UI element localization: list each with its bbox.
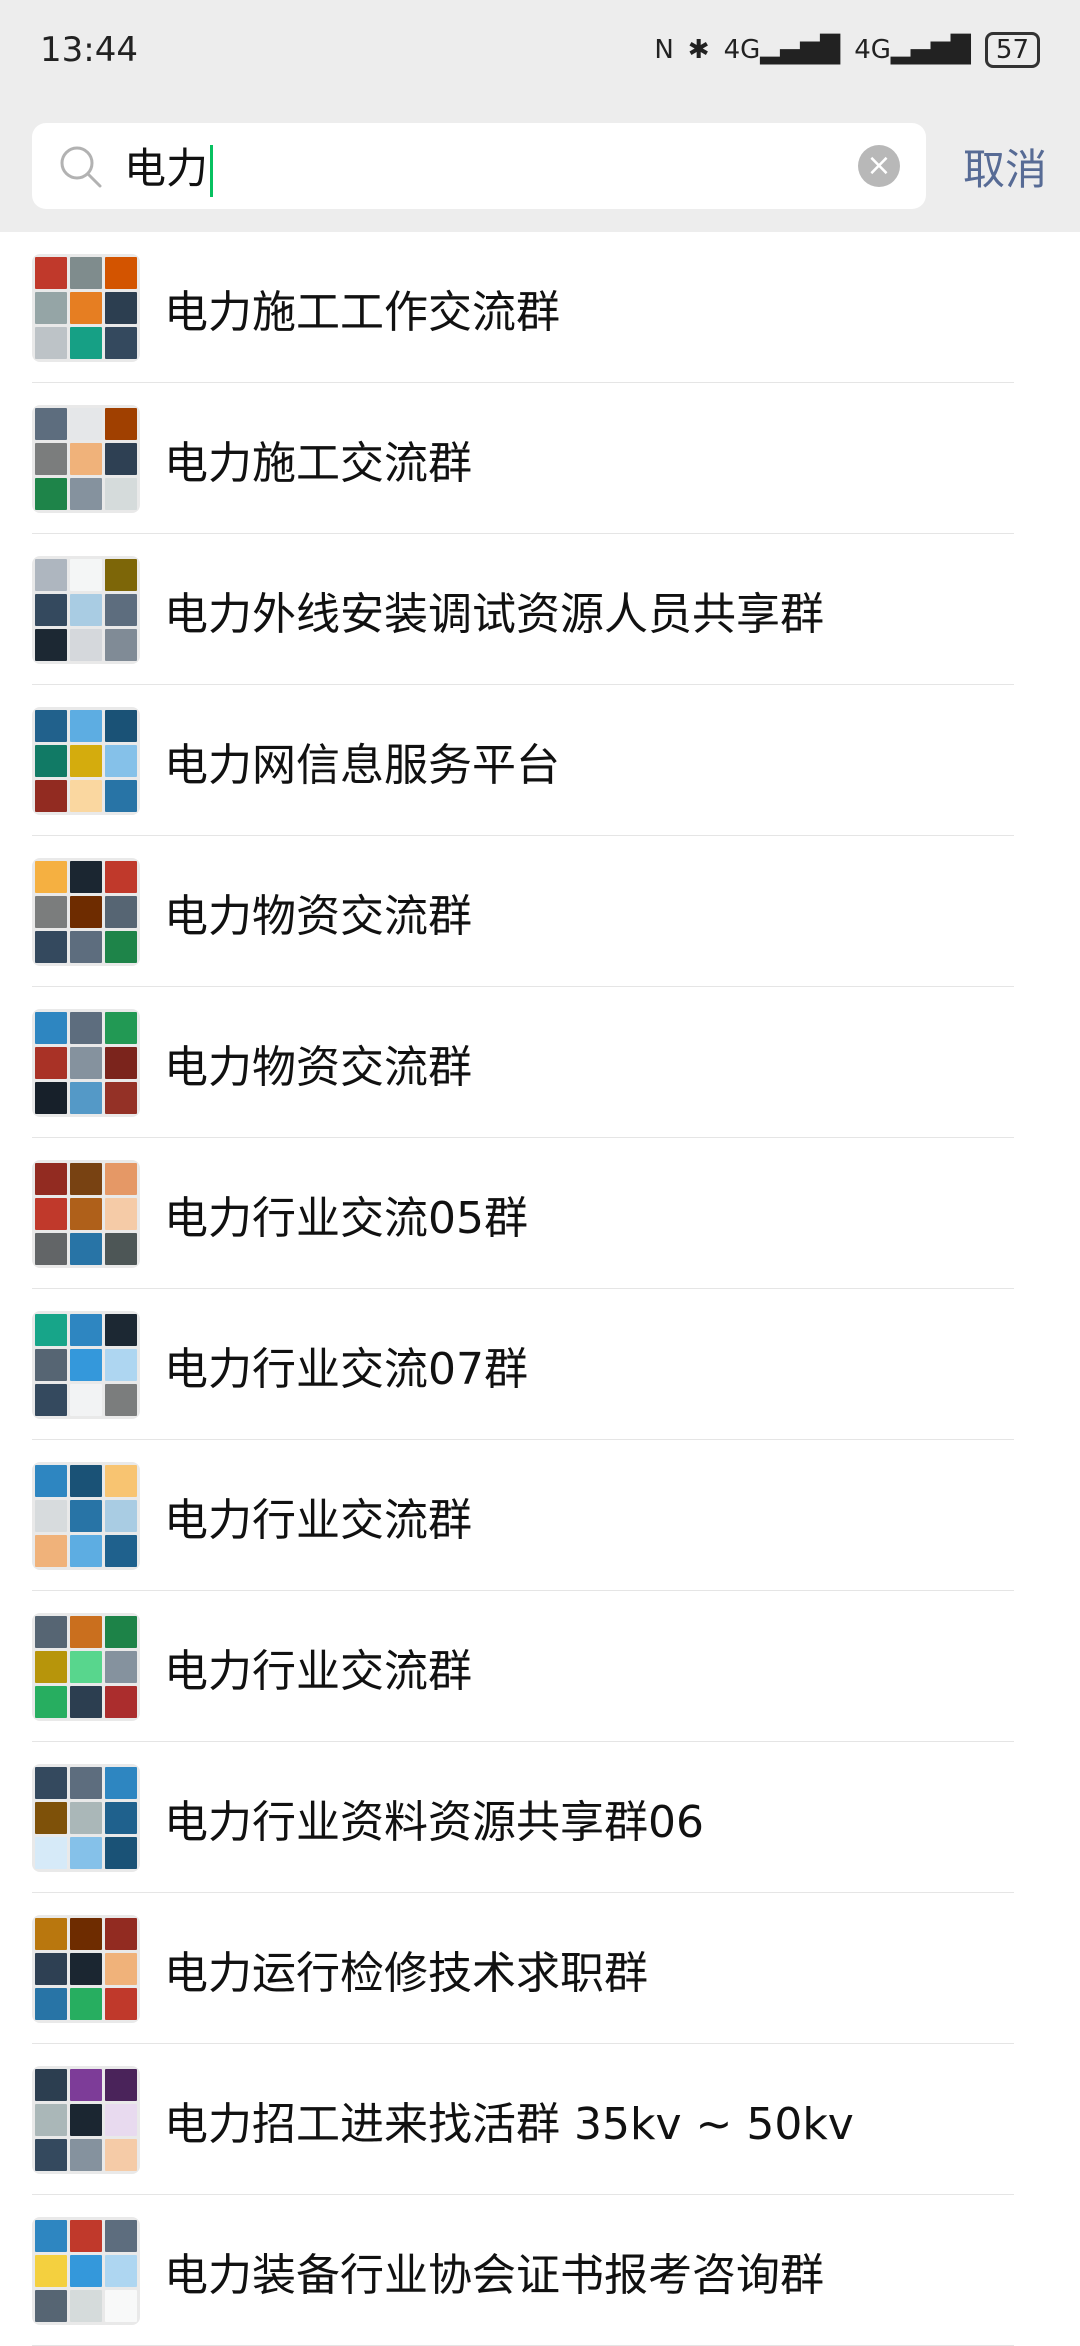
group-name: 电力行业交流群 <box>164 1645 472 1697</box>
group-avatar <box>32 2216 140 2325</box>
search-bar: 电力 × 取消 <box>0 100 1080 232</box>
battery-icon: 57 <box>984 32 1040 68</box>
status-icons: N ✱ 4G▂▄▆█ 4G▂▄▆█ 57 <box>654 32 1040 68</box>
search-icon <box>58 144 102 188</box>
group-name: 电力行业交流05群 <box>164 1192 528 1244</box>
list-item[interactable]: 电力网信息服务平台 <box>0 685 1080 836</box>
group-name: 电力物资交流群 <box>164 1041 472 1093</box>
group-name: 电力网信息服务平台 <box>164 739 560 791</box>
group-name: 电力招工进来找活群 35kv ~ 50kv <box>164 2098 854 2150</box>
list-item[interactable]: 电力行业交流07群 <box>0 1289 1080 1440</box>
list-item[interactable]: 电力招工进来找活群 35kv ~ 50kv <box>0 2044 1080 2195</box>
list-item[interactable]: 电力行业交流05群 <box>0 1138 1080 1289</box>
group-avatar <box>32 404 140 513</box>
group-avatar <box>32 555 140 664</box>
cancel-button[interactable]: 取消 <box>960 136 1050 197</box>
signal-4g-icon: 4G▂▄▆█ <box>723 35 841 65</box>
group-name: 电力施工交流群 <box>164 437 472 489</box>
group-avatar <box>32 1763 140 1872</box>
list-item[interactable]: 电力施工工作交流群 <box>0 232 1080 383</box>
list-item[interactable]: 电力施工交流群 <box>0 383 1080 534</box>
search-results-list: 电力施工工作交流群 电力施工交流群电力外线安装调试资源人员共享群 电力网信息服务平台… <box>0 232 1080 2346</box>
search-input[interactable]: 电力 × <box>32 123 926 209</box>
group-name: 电力外线安装调试资源人员共享群 <box>164 588 824 640</box>
group-name: 电力行业资料资源共享群06 <box>164 1796 704 1848</box>
group-name: 电力运行检修技术求职群 <box>164 1947 648 1999</box>
bluetooth-icon: ✱ <box>687 35 710 65</box>
group-avatar <box>32 1310 140 1419</box>
list-item[interactable]: 电力装备行业协会证书报考咨询群 <box>0 2195 1080 2346</box>
group-avatar <box>32 253 140 362</box>
list-item[interactable]: 电力行业资料资源共享群06 <box>0 1742 1080 1893</box>
group-avatar <box>32 706 140 815</box>
clear-icon[interactable]: × <box>858 145 900 187</box>
signal-4g-icon: 4G▂▄▆█ <box>854 35 971 65</box>
group-name: 电力行业交流07群 <box>164 1343 528 1395</box>
group-avatar <box>32 2065 140 2174</box>
group-avatar <box>32 1461 140 1570</box>
list-item[interactable]: 电力行业交流群 <box>0 1591 1080 1742</box>
search-value: 电力 <box>124 135 858 198</box>
status-bar: 13:44 N ✱ 4G▂▄▆█ 4G▂▄▆█ 57 <box>0 0 1080 100</box>
list-item[interactable]: 电力物资交流群 <box>0 836 1080 987</box>
nfc-icon: N <box>654 35 674 65</box>
group-name: 电力装备行业协会证书报考咨询群 <box>164 2249 824 2301</box>
group-name: 电力行业交流群 <box>164 1494 472 1546</box>
group-avatar <box>32 1612 140 1721</box>
status-time: 13:44 <box>40 30 138 70</box>
group-avatar <box>32 1159 140 1268</box>
text-caret <box>210 145 214 198</box>
group-avatar <box>32 1914 140 2023</box>
list-item[interactable]: 电力物资交流群 <box>0 987 1080 1138</box>
list-item[interactable]: 电力行业交流群 <box>0 1440 1080 1591</box>
group-avatar <box>32 857 140 966</box>
list-item[interactable]: 电力运行检修技术求职群 <box>0 1893 1080 2044</box>
group-avatar <box>32 1008 140 1117</box>
group-name: 电力施工工作交流群 <box>164 286 560 338</box>
list-item[interactable]: 电力外线安装调试资源人员共享群 <box>0 534 1080 685</box>
group-name: 电力物资交流群 <box>164 890 472 942</box>
